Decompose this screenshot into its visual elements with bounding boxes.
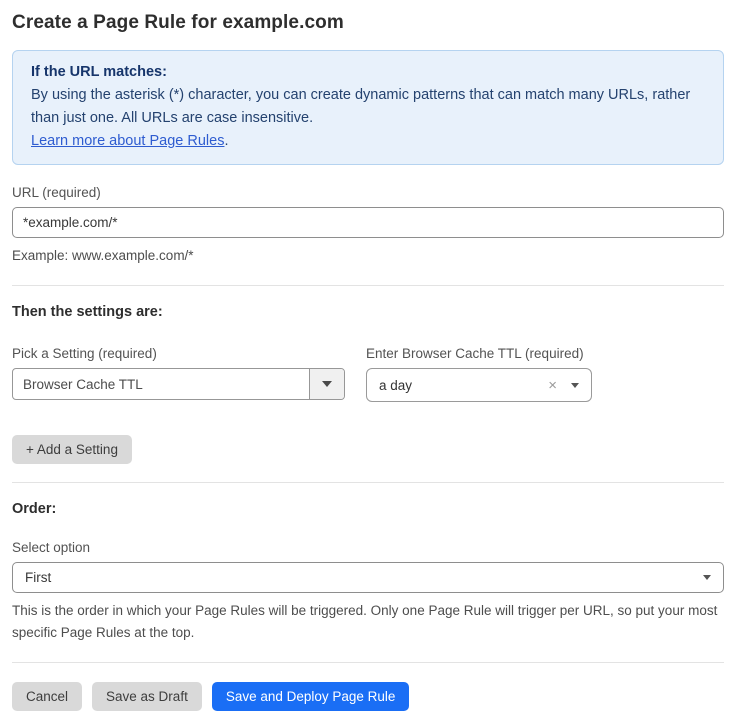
clear-x-icon[interactable]: ×: [548, 378, 557, 393]
cancel-button[interactable]: Cancel: [12, 682, 82, 711]
footer-buttons: Cancel Save as Draft Save and Deploy Pag…: [12, 682, 724, 711]
divider: [12, 662, 724, 663]
chevron-down-icon: [322, 381, 332, 387]
divider: [12, 285, 724, 286]
info-box-link-line: Learn more about Page Rules.: [31, 130, 705, 153]
order-help-text: This is the order in which your Page Rul…: [12, 600, 724, 644]
page-title: Create a Page Rule for example.com: [12, 12, 724, 34]
url-example-text: Example: www.example.com/*: [12, 245, 724, 267]
chevron-down-icon: [703, 575, 711, 580]
pick-setting-label: Pick a Setting (required): [12, 346, 345, 361]
url-match-info-box: If the URL matches: By using the asteris…: [12, 50, 724, 165]
info-box-heading: If the URL matches:: [31, 61, 705, 84]
create-page-rule-form: Create a Page Rule for example.com If th…: [0, 0, 736, 721]
save-as-draft-button[interactable]: Save as Draft: [92, 682, 202, 711]
chevron-down-icon: [571, 383, 579, 388]
pick-setting-value: Browser Cache TTL: [13, 369, 309, 399]
pick-setting-select[interactable]: Browser Cache TTL: [12, 368, 345, 400]
settings-row: Pick a Setting (required) Browser Cache …: [12, 346, 724, 402]
add-setting-row: + Add a Setting: [12, 435, 724, 464]
pick-setting-arrow-box[interactable]: [309, 369, 344, 399]
info-box-body: By using the asterisk (*) character, you…: [31, 84, 705, 130]
save-and-deploy-button[interactable]: Save and Deploy Page Rule: [212, 682, 410, 711]
url-input[interactable]: [12, 207, 724, 238]
learn-more-link[interactable]: Learn more about Page Rules: [31, 133, 224, 149]
add-setting-button[interactable]: + Add a Setting: [12, 435, 132, 464]
ttl-column: Enter Browser Cache TTL (required) a day…: [366, 346, 592, 402]
pick-setting-column: Pick a Setting (required) Browser Cache …: [12, 346, 345, 400]
settings-section-heading: Then the settings are:: [12, 304, 724, 320]
ttl-label: Enter Browser Cache TTL (required): [366, 346, 592, 361]
order-section-heading: Order:: [12, 501, 724, 517]
order-select-value: First: [25, 570, 703, 585]
divider: [12, 482, 724, 483]
link-suffix: .: [224, 133, 228, 149]
ttl-combobox[interactable]: a day ×: [366, 368, 592, 402]
ttl-value: a day: [379, 378, 548, 393]
order-select[interactable]: First: [12, 562, 724, 593]
order-select-label: Select option: [12, 540, 724, 555]
url-field-label: URL (required): [12, 185, 724, 200]
